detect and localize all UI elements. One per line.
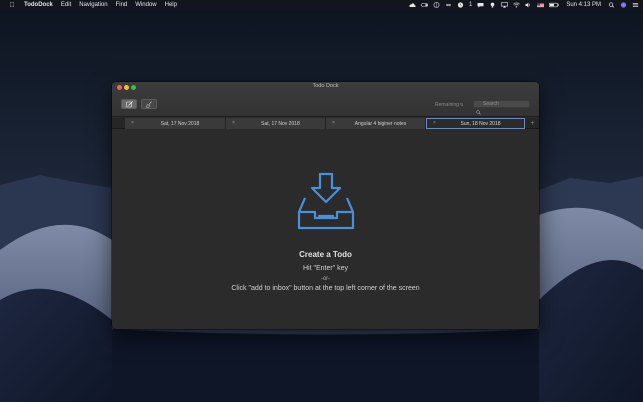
battery-icon[interactable]	[549, 2, 560, 8]
menu-help[interactable]: Help	[165, 2, 177, 8]
remaining-label: Remaining	[435, 102, 459, 108]
airplay-icon[interactable]	[501, 2, 509, 8]
menu-window[interactable]: Window	[135, 2, 156, 8]
toggle-icon[interactable]	[420, 2, 428, 8]
add-tab-button[interactable]: +	[526, 118, 539, 129]
spotlight-search-icon[interactable]	[608, 2, 615, 8]
infinity-icon[interactable]	[445, 2, 452, 8]
tab-sat-17-nov-2018-2[interactable]: × Sat, 17 Nov 2018	[226, 118, 326, 129]
status-tray: 1 Sun 4:13 PM	[404, 0, 639, 10]
clear-completed-button[interactable]	[141, 99, 157, 109]
empty-state-title: Create a Todo	[299, 250, 352, 259]
siri-icon[interactable]	[620, 2, 627, 8]
menu-navigation[interactable]: Navigation	[79, 2, 107, 8]
title-bar[interactable]: Todo Dock Remaining⇅	[112, 82, 539, 117]
remaining-sort[interactable]: Remaining⇅	[435, 102, 463, 108]
cloud-icon[interactable]	[409, 2, 416, 8]
info-icon[interactable]	[433, 2, 440, 8]
inbox-download-icon	[295, 172, 357, 232]
menu-find[interactable]: Find	[116, 2, 128, 8]
tab-label: Angular 4 biginer notes	[354, 121, 407, 127]
volume-icon[interactable]	[525, 2, 532, 8]
tab-sun-18-nov-2018[interactable]: × Sun, 18 Nov 2018	[426, 118, 525, 129]
add-to-inbox-button[interactable]	[121, 99, 137, 109]
empty-state-or: -or-	[320, 276, 331, 282]
notification-center-icon[interactable]	[632, 2, 639, 8]
menu-app-name[interactable]: TodoDock	[24, 2, 53, 8]
clock-icon[interactable]	[457, 2, 464, 8]
menu-edit[interactable]: Edit	[61, 2, 71, 8]
empty-state-hint-enter: Hit "Enter" key	[302, 265, 349, 272]
search-icon	[476, 102, 481, 115]
menu-bar:  TodoDock Edit Navigation Find Window H…	[0, 0, 643, 10]
compose-icon	[125, 100, 134, 108]
tab-bar: × Sat, 17 Nov 2018 × Sat, 17 Nov 2018 × …	[112, 118, 539, 129]
tab-label: Sun, 18 Nov 2018	[460, 121, 501, 127]
menu-clock[interactable]: Sun 4:13 PM	[566, 0, 601, 10]
wifi-icon[interactable]	[513, 2, 521, 8]
tab-sat-17-nov-2018-1[interactable]: × Sat, 17 Nov 2018	[125, 118, 226, 129]
tab-angular-4-notes[interactable]: × Angular 4 biginer notes	[326, 118, 426, 129]
search-input[interactable]	[483, 101, 531, 107]
broom-icon	[145, 100, 154, 108]
empty-state-hint-button: Click "add to inbox" button at the top l…	[231, 285, 420, 292]
chat-icon[interactable]	[477, 2, 484, 8]
sort-arrows-icon: ⇅	[459, 102, 464, 107]
tab-label: Sat, 17 Nov 2018	[160, 121, 200, 127]
flag-us-icon[interactable]	[537, 2, 545, 8]
apple-menu-icon[interactable]: 	[7, 2, 17, 9]
status-count: 1	[468, 2, 473, 8]
bulb-icon[interactable]	[489, 2, 496, 8]
app-window: Todo Dock Remaining⇅ Search × Sat, 17 No…	[112, 82, 539, 329]
tab-label: Sat, 17 Nov 2018	[261, 121, 300, 127]
search-box[interactable]	[473, 100, 531, 115]
window-title: Todo Dock	[312, 83, 339, 89]
